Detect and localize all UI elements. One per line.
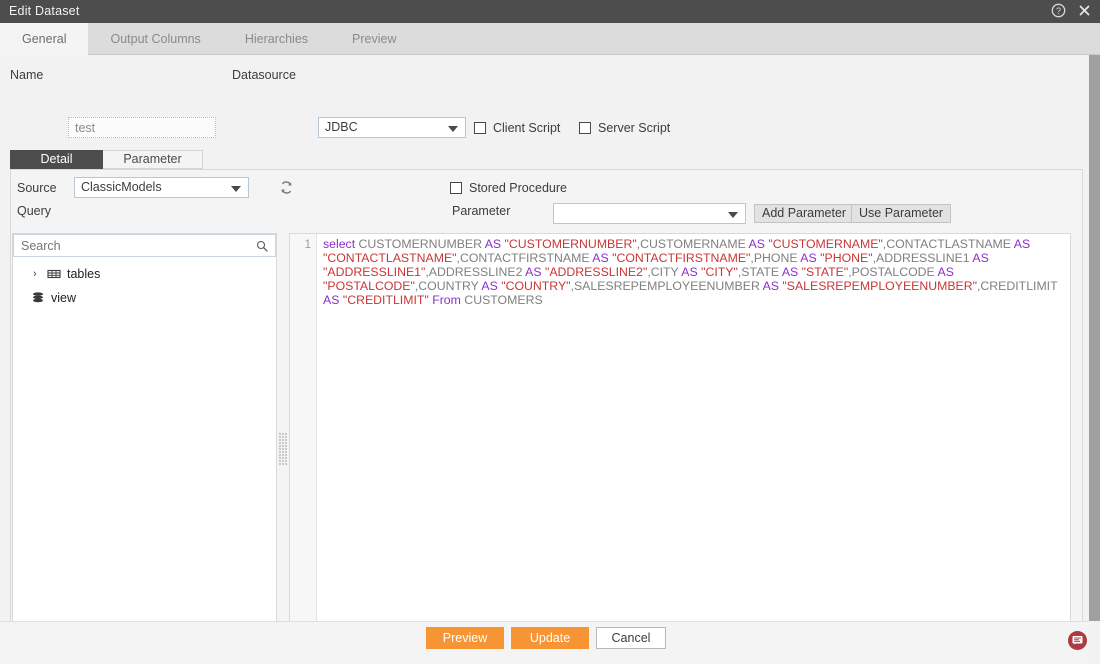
chevron-down-icon (448, 126, 458, 132)
source-select-value: ClassicModels (81, 180, 162, 194)
right-scroll-gutter[interactable] (1089, 55, 1100, 621)
tab-general[interactable]: General (0, 23, 89, 55)
client-script-checkbox[interactable]: Client Script (474, 121, 560, 135)
server-script-label: Server Script (598, 121, 671, 135)
sql-code[interactable]: select CUSTOMERNUMBER AS "CUSTOMERNUMBER… (323, 237, 1063, 307)
stored-procedure-label: Stored Procedure (469, 181, 567, 195)
title-bar: Edit Dataset ? (0, 0, 1100, 23)
tree-item-tables[interactable]: › tables (33, 265, 100, 283)
tab-output-columns[interactable]: Output Columns (88, 23, 222, 55)
editor-line-gutter: 1 (290, 234, 317, 664)
chevron-right-icon[interactable]: › (33, 268, 42, 280)
tree-item-view-label: view (51, 291, 77, 305)
datasource-select-value: JDBC (325, 120, 358, 134)
edit-dataset-dialog: Edit Dataset ? General Output Columns Hi… (0, 0, 1100, 664)
name-input[interactable] (68, 117, 216, 138)
cancel-button[interactable]: Cancel (596, 627, 666, 649)
tab-hierarchies[interactable]: Hierarchies (223, 23, 330, 55)
update-button[interactable]: Update (511, 627, 589, 649)
tree-item-view[interactable]: view (31, 289, 76, 307)
title-bar-controls: ? (1051, 3, 1092, 18)
datasource-label: Datasource (232, 68, 296, 82)
subtab-parameter[interactable]: Parameter (103, 150, 203, 169)
server-script-checkbox-box[interactable] (579, 122, 591, 134)
chevron-down-icon (231, 186, 241, 192)
chevron-down-icon (728, 212, 738, 218)
search-icon[interactable] (256, 240, 268, 252)
schema-tree-panel: › tables view (12, 233, 277, 664)
subtab-detail-label: Detail (40, 152, 73, 166)
search-input[interactable] (14, 235, 246, 256)
refresh-icon[interactable] (279, 180, 294, 195)
query-editor[interactable]: 1 select CUSTOMERNUMBER AS "CUSTOMERNUMB… (289, 233, 1071, 664)
splitter-grip-icon[interactable] (279, 433, 287, 465)
query-label: Query (17, 204, 52, 218)
database-stack-icon (31, 291, 45, 305)
datasource-select[interactable]: JDBC (318, 117, 466, 138)
parameter-label: Parameter (452, 204, 511, 218)
dialog-body: Name Datasource Client Script Server Scr… (0, 55, 1089, 664)
panel-splitter[interactable] (277, 233, 289, 664)
close-icon[interactable] (1077, 3, 1092, 18)
preview-button[interactable]: Preview (426, 627, 504, 649)
source-select[interactable]: ClassicModels (74, 177, 249, 198)
tab-preview[interactable]: Preview (330, 23, 418, 55)
tab-output-columns-label: Output Columns (110, 32, 201, 46)
subtab-parameter-label: Parameter (123, 152, 182, 166)
tab-general-label: General (22, 32, 67, 46)
top-tab-bar: General Output Columns Hierarchies Previ… (0, 23, 1100, 55)
feedback-chat-icon[interactable] (1068, 631, 1087, 650)
client-script-label: Client Script (493, 121, 561, 135)
client-script-checkbox-box[interactable] (474, 122, 486, 134)
add-parameter-button[interactable]: Add Parameter (754, 204, 855, 223)
subtab-detail[interactable]: Detail (10, 150, 103, 169)
use-parameter-button[interactable]: Use Parameter (851, 204, 952, 223)
help-icon[interactable]: ? (1051, 3, 1066, 18)
stored-procedure-checkbox-box[interactable] (450, 182, 462, 194)
table-grid-icon (47, 267, 61, 281)
tree-item-tables-label: tables (67, 267, 101, 281)
server-script-checkbox[interactable]: Server Script (579, 121, 670, 135)
svg-text:?: ? (1056, 6, 1061, 16)
parameter-select[interactable] (553, 203, 746, 224)
tab-hierarchies-label: Hierarchies (244, 32, 309, 46)
line-number: 1 (304, 239, 311, 251)
sub-tab-bar: Detail Parameter (10, 150, 203, 169)
window-title: Edit Dataset (9, 4, 80, 18)
source-label: Source (17, 181, 57, 195)
stored-procedure-checkbox[interactable]: Stored Procedure (450, 181, 567, 195)
name-label: Name (10, 68, 44, 82)
tab-preview-label: Preview (352, 32, 397, 46)
search-box[interactable] (13, 234, 276, 257)
